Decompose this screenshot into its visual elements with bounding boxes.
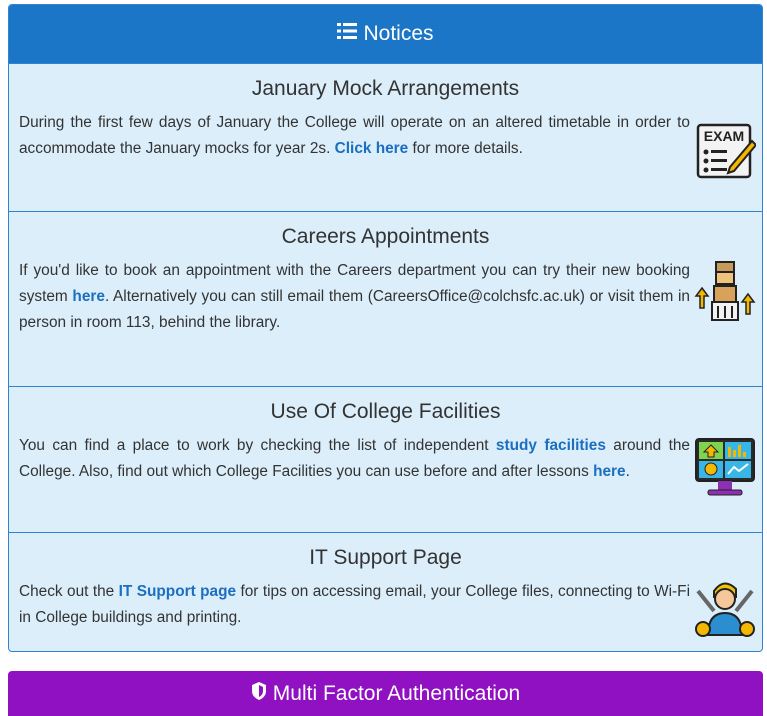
notice-heading: Use Of College Facilities xyxy=(270,400,501,423)
notice-text: Check out the IT Support page for tips o… xyxy=(9,579,762,631)
facilities-here-link[interactable]: here xyxy=(593,463,626,480)
notice-text-part: . xyxy=(625,463,630,480)
mfa-title: Multi Factor Authentication xyxy=(272,681,521,705)
notice-text-part: for more details. xyxy=(408,140,523,157)
notice-it-support: IT Support Page Check out the IT Support… xyxy=(9,532,762,651)
monitor-dashboard-icon xyxy=(695,438,755,496)
notices-title: Notices xyxy=(363,22,434,45)
exam-icon-label: EXAM xyxy=(704,128,744,144)
notice-text-part: You can find a place to work by checking… xyxy=(19,437,496,454)
notice-heading: Careers Appointments xyxy=(281,225,490,248)
exam-icon: EXAM xyxy=(696,123,756,179)
notice-heading: IT Support Page xyxy=(309,546,462,569)
click-here-link[interactable]: Click here xyxy=(335,140,409,157)
notices-panel: Notices January Mock Arrangements During… xyxy=(8,4,763,652)
it-support-link[interactable]: IT Support page xyxy=(119,583,236,600)
careers-booking-link[interactable]: here xyxy=(72,288,105,305)
notice-facilities: Use Of College Facilities You can find a… xyxy=(9,386,762,532)
notice-january-mocks: January Mock Arrangements During the fir… xyxy=(9,63,762,211)
notice-text-part: Check out the xyxy=(19,583,119,600)
list-icon xyxy=(337,22,358,46)
notice-text: You can find a place to work by checking… xyxy=(9,433,762,485)
notice-text: During the first few days of January the… xyxy=(9,110,762,162)
study-facilities-link[interactable]: study facilities xyxy=(496,437,606,454)
notices-header: Notices xyxy=(9,5,762,63)
career-ladder-icon xyxy=(694,261,756,321)
notice-heading: January Mock Arrangements xyxy=(251,77,520,100)
tech-support-icon xyxy=(695,582,755,637)
notice-careers: Careers Appointments If you'd like to bo… xyxy=(9,211,762,386)
mfa-header[interactable]: Multi Factor Authentication xyxy=(8,671,763,716)
notice-text-part: . Alternatively you can still email them… xyxy=(19,288,690,331)
shield-icon xyxy=(251,681,267,707)
notice-text: If you'd like to book an appointment wit… xyxy=(9,258,762,336)
